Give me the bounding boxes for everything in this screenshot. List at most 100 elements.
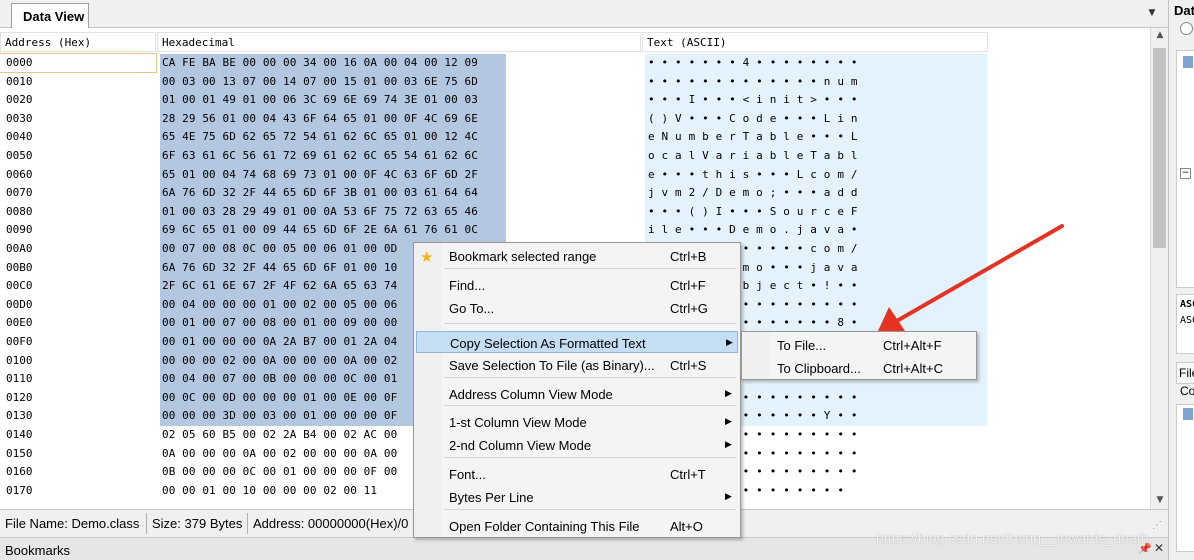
text-row[interactable]: e•••this•••Lcom/ (645, 165, 987, 185)
text-row[interactable]: ile•••Demo.java• (645, 221, 987, 240)
menu-item[interactable]: 1-st Column View Mode ▶ (416, 411, 738, 433)
scroll-down-icon[interactable]: ▼ (1154, 495, 1166, 505)
status-address: Address: 00000000(Hex)/0 (253, 516, 409, 531)
hex-row[interactable]: 01 00 03 28 29 49 01 00 0A 53 6F 75 72 6… (160, 202, 506, 222)
hex-row[interactable]: 00 03 00 13 07 00 14 07 00 15 01 00 03 6… (160, 72, 506, 92)
scrollbar-thumb[interactable] (1153, 48, 1166, 248)
address-cell[interactable]: 0160 (6, 463, 126, 481)
address-cell[interactable]: 0120 (6, 389, 126, 407)
hex-row[interactable]: 65 4E 75 6D 62 65 72 54 61 62 6C 65 01 0… (160, 128, 506, 147)
menu-item[interactable]: Open Folder Containing This File Alt+O (416, 515, 738, 537)
submenu-item-label: To Clipboard... (777, 361, 861, 376)
menu-separator (444, 377, 736, 378)
menu-item[interactable]: Copy Selection As Formatted Text ▶ (416, 331, 738, 353)
close-icon[interactable]: ✕ (1154, 541, 1164, 555)
address-cell[interactable]: 0090 (6, 221, 126, 239)
radio-button[interactable] (1180, 22, 1193, 35)
hex-row[interactable]: 6F 63 61 6C 56 61 72 69 61 62 6C 65 54 6… (160, 147, 506, 166)
address-cell[interactable]: 00C0 (6, 277, 126, 295)
right-side-panel: Data − ASCII ASCII File Co (1168, 0, 1194, 560)
address-cell[interactable]: 0080 (6, 203, 126, 221)
address-cell[interactable]: 0140 (6, 426, 126, 444)
hex-row[interactable]: 28 29 56 01 00 04 43 6F 64 65 01 00 0F 4… (160, 109, 506, 129)
scroll-up-icon[interactable]: ▲ (1154, 30, 1166, 40)
menu-item-shortcut: Ctrl+B (670, 249, 707, 264)
text-row[interactable]: eNumberTable•••L (645, 128, 987, 147)
submenu-item-shortcut: Ctrl+Alt+F (883, 338, 942, 353)
address-cell[interactable]: 0100 (6, 352, 126, 370)
address-cell[interactable]: 0050 (6, 147, 126, 165)
address-cell[interactable]: 0010 (6, 73, 126, 91)
menu-item-label: Save Selection To File (as Binary)... (449, 358, 655, 373)
menu-item-label: Address Column View Mode (449, 387, 613, 402)
text-column-header: Text (ASCII) (642, 32, 988, 52)
star-icon: ★ (420, 249, 434, 266)
menu-item[interactable]: 2-nd Column View Mode ▶ (416, 434, 738, 456)
address-cell[interactable]: 00D0 (6, 296, 126, 314)
text-row[interactable]: •••()I•••SourceF (645, 202, 987, 222)
address-cell[interactable]: 0000 (0, 53, 157, 73)
menu-item[interactable]: Go To... Ctrl+G (416, 297, 738, 319)
resize-grip-icon[interactable]: ⋰ (1152, 520, 1162, 531)
address-cell[interactable]: 0060 (6, 166, 126, 184)
submenu-item[interactable]: To File... Ctrl+Alt+F (744, 334, 974, 356)
menu-item-shortcut: Ctrl+G (670, 301, 708, 316)
menu-item[interactable]: Find... Ctrl+F (416, 274, 738, 296)
submenu-arrow-icon: ▶ (725, 388, 732, 398)
hex-row[interactable]: 69 6C 65 01 00 09 44 65 6D 6F 2E 6A 61 7… (160, 221, 506, 240)
co-label: Co (1180, 384, 1194, 398)
menu-item-label: 1-st Column View Mode (449, 415, 587, 430)
address-cell[interactable]: 0110 (6, 370, 126, 388)
tab-data-view[interactable]: Data View (11, 3, 89, 29)
text-row[interactable]: •••••••4•••••••• (645, 54, 987, 73)
tab-strip: Data View ▼ (0, 0, 1168, 29)
text-row[interactable]: ocalVariableTabl (645, 147, 987, 166)
address-cell[interactable]: 00A0 (6, 240, 126, 258)
status-file-size: Size: 379 Bytes (152, 516, 243, 531)
menu-item[interactable]: ★ Bookmark selected range Ctrl+B (416, 245, 738, 267)
menu-item[interactable]: Font... Ctrl+T (416, 463, 738, 485)
text-row[interactable]: •••••••••••••num (645, 72, 987, 92)
bookmarks-title: Bookmarks (5, 543, 71, 558)
hex-row[interactable]: 65 01 00 04 74 68 69 73 01 00 0F 4C 63 6… (160, 165, 506, 185)
text-row[interactable]: jvm2/Demo;•••add (645, 184, 987, 203)
menu-item[interactable]: Save Selection To File (as Binary)... Ctr… (416, 354, 738, 376)
menu-separator (444, 268, 736, 269)
text-row[interactable]: •••I•••<init>••• (645, 91, 987, 110)
menu-item-label: Bytes Per Line (449, 490, 534, 505)
menu-item-shortcut: Alt+O (670, 519, 703, 534)
menu-separator (444, 509, 736, 510)
address-cell[interactable]: 0130 (6, 407, 126, 425)
address-cell[interactable]: 0170 (6, 482, 126, 500)
ascii-value: ASCII (1180, 315, 1194, 326)
status-file-name: File Name: Demo.class (5, 516, 140, 531)
address-cell[interactable]: 0020 (6, 91, 126, 109)
vertical-scrollbar[interactable]: ▲ ▼ (1150, 28, 1168, 509)
structure-tree[interactable]: − (1176, 50, 1194, 288)
menu-item-shortcut: Ctrl+F (670, 278, 706, 293)
hex-row[interactable]: 01 00 01 49 01 00 06 3C 69 6E 69 74 3E 0… (160, 91, 506, 110)
submenu-arrow-icon: ▶ (726, 337, 733, 347)
address-cell[interactable]: 00E0 (6, 314, 126, 332)
tab-file[interactable]: File (1176, 362, 1194, 384)
watermark: https://blog.csdn.net/Being__towards_dea… (876, 530, 1149, 546)
ascii-heading: ASCII (1180, 299, 1194, 310)
menu-item[interactable]: Address Column View Mode ▶ (416, 383, 738, 405)
collapse-icon[interactable]: − (1180, 168, 1191, 179)
tab-dropdown-icon[interactable]: ▼ (1146, 8, 1158, 20)
address-cell[interactable]: 0040 (6, 128, 126, 146)
address-cell[interactable]: 0150 (6, 445, 126, 463)
menu-separator (444, 323, 736, 324)
address-cell[interactable]: 0070 (6, 184, 126, 202)
address-cell[interactable]: 00F0 (6, 333, 126, 351)
menu-item[interactable]: Bytes Per Line ▶ (416, 486, 738, 508)
address-cell[interactable]: 00B0 (6, 259, 126, 277)
menu-item-shortcut: Ctrl+T (670, 467, 706, 482)
address-cell[interactable]: 0030 (6, 110, 126, 128)
hex-row[interactable]: 6A 76 6D 32 2F 44 65 6D 6F 3B 01 00 03 6… (160, 184, 506, 203)
hex-row[interactable]: CA FE BA BE 00 00 00 34 00 16 0A 00 04 0… (160, 54, 506, 73)
submenu-item[interactable]: To Clipboard... Ctrl+Alt+C (744, 357, 974, 379)
text-row[interactable]: ()V•••Code•••Lin (645, 109, 987, 129)
menu-item-label: Bookmark selected range (449, 249, 597, 264)
right-panel-title: Data (1174, 3, 1194, 18)
